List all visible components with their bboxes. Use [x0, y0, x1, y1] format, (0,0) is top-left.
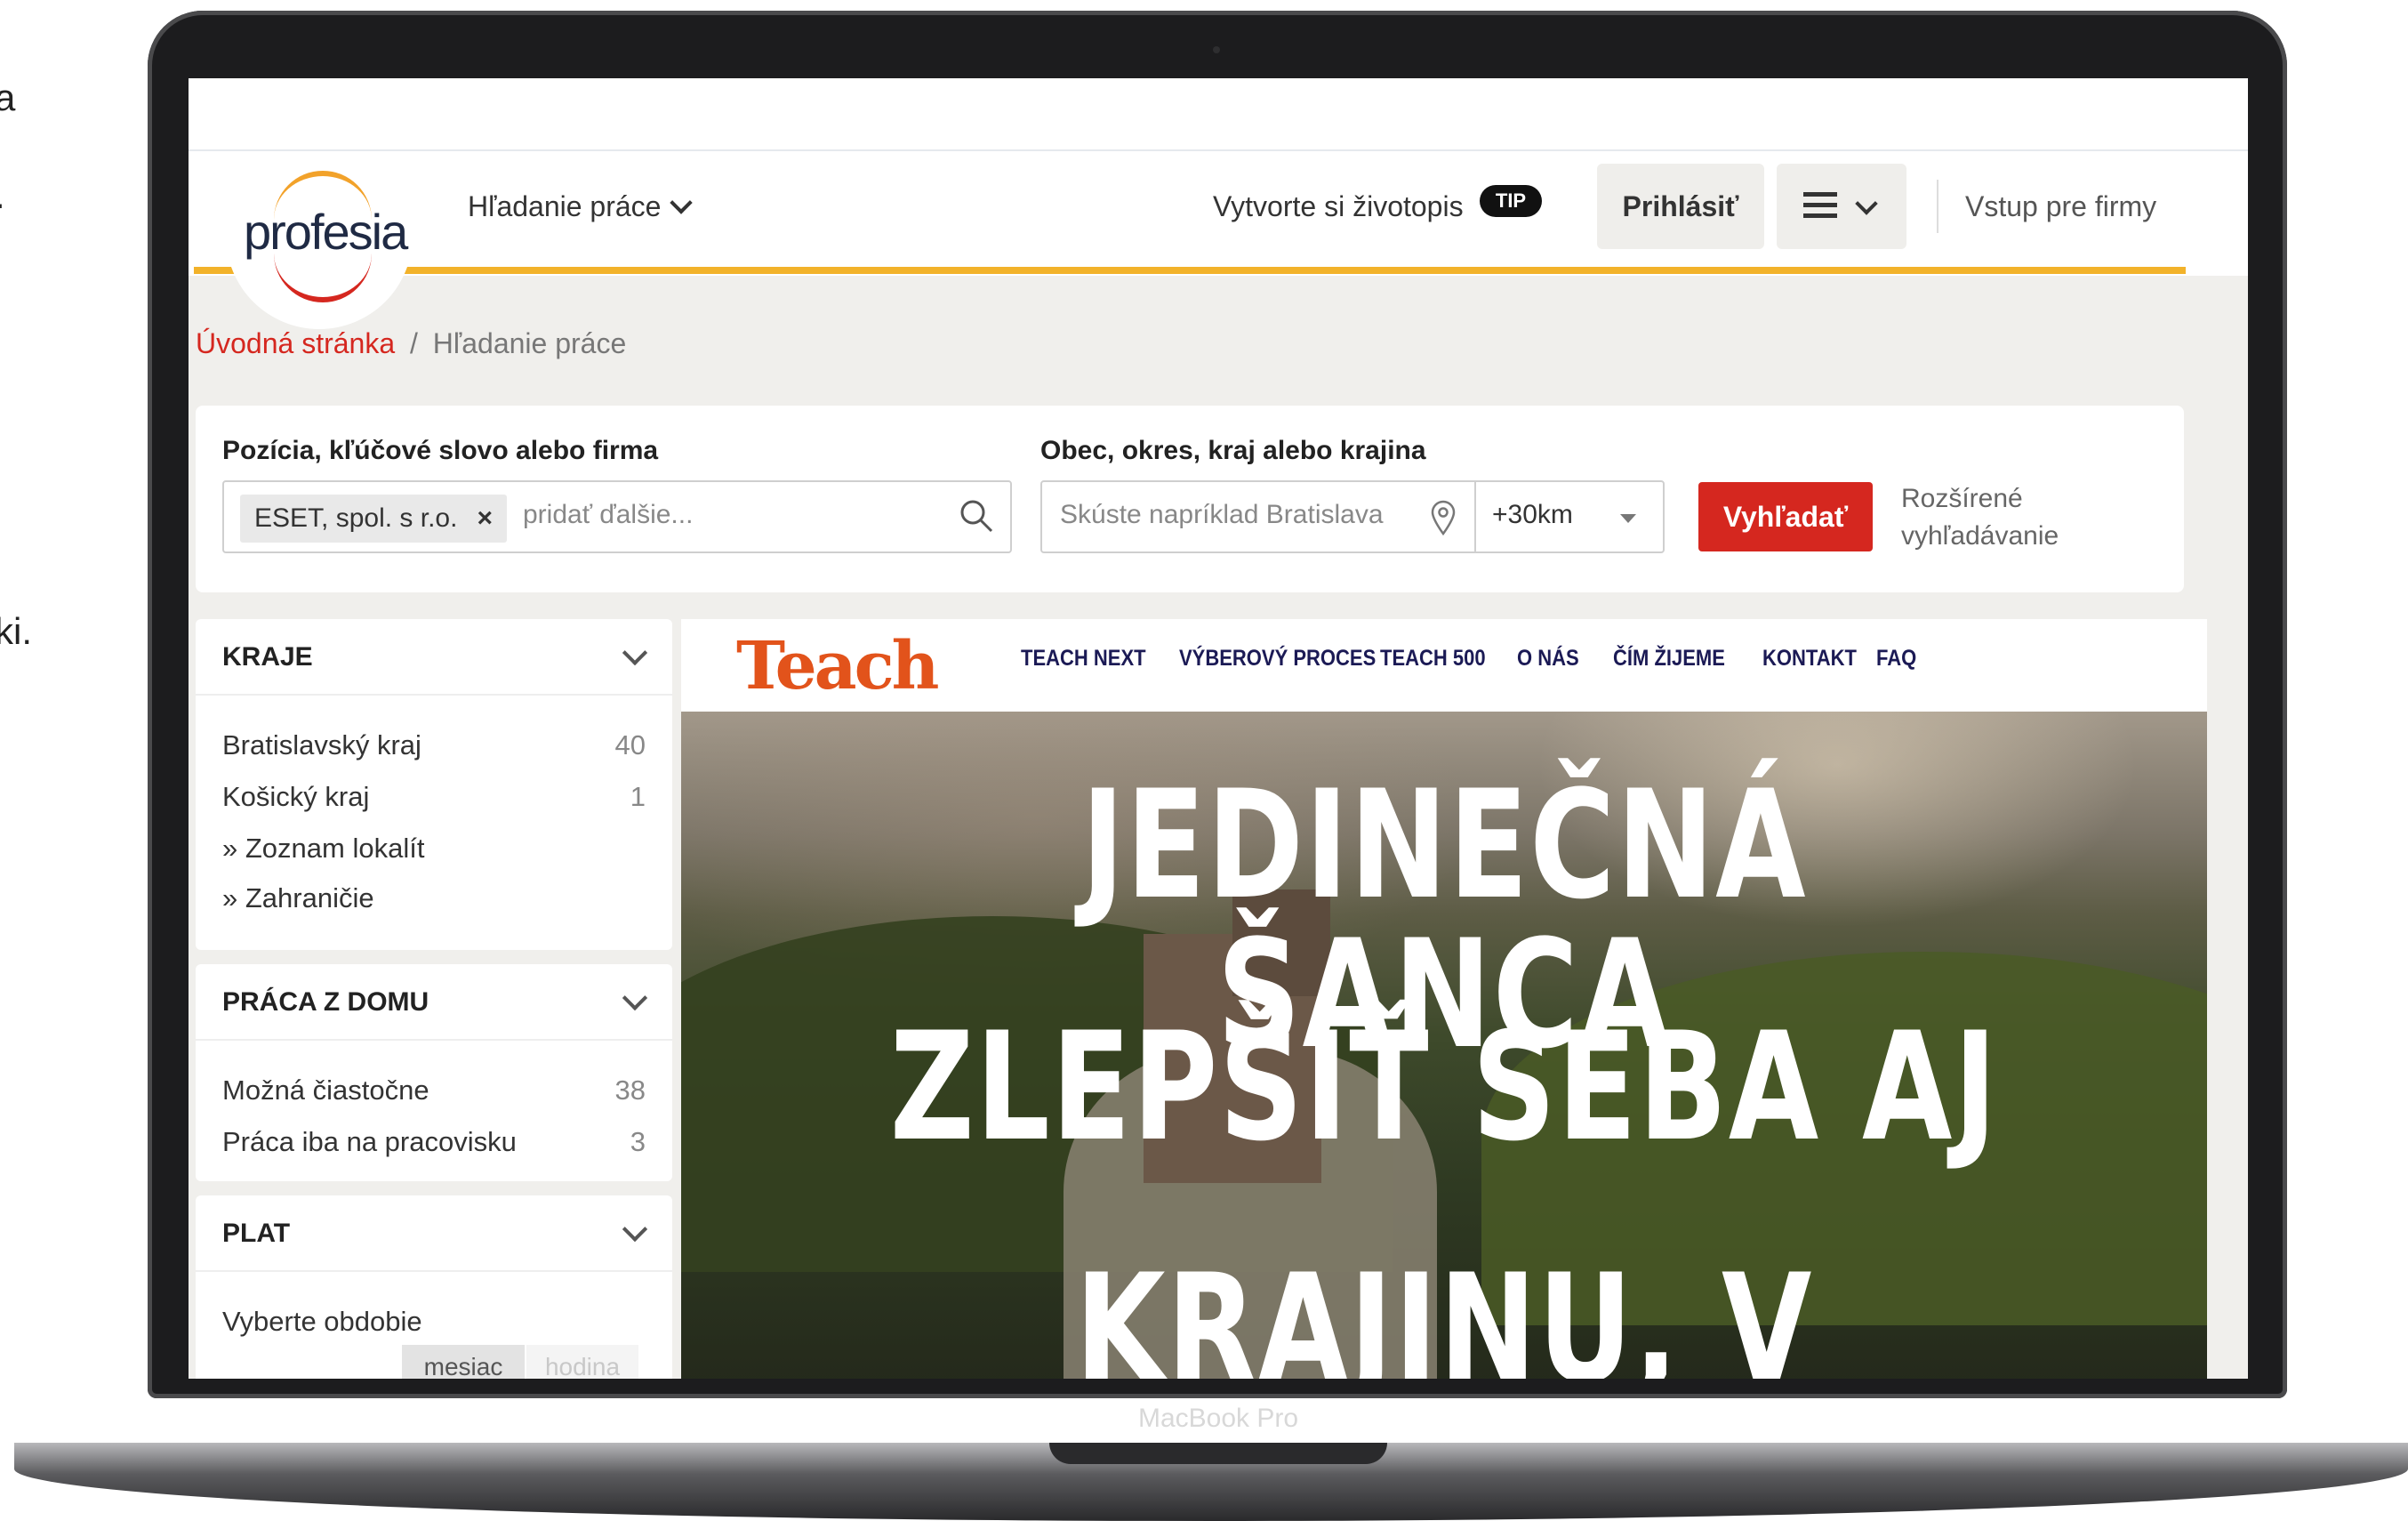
banner-nav-item[interactable]: FAQ	[1876, 646, 1916, 672]
advanced-search-line1: Rozšírené	[1901, 484, 2023, 513]
filter-link[interactable]: » Zahraničie	[222, 882, 646, 914]
filter-title-regions: KRAJE	[222, 642, 313, 672]
filter-link[interactable]: » Zoznam lokalít	[222, 833, 646, 865]
chevron-down-icon[interactable]	[622, 985, 648, 1011]
employer-banner[interactable]: Teach TEACH NEXT VÝBEROVÝ PROCES TEACH 5…	[681, 619, 2207, 1379]
banner-headline-line: KRAJINU, V KTOREJ	[1075, 1242, 1813, 1379]
filter-option-count: 3	[630, 1126, 646, 1157]
login-button[interactable]: Prihlásiť	[1597, 164, 1764, 249]
filter-link-label: » Zahraničie	[222, 882, 374, 913]
camera	[1213, 46, 1220, 53]
employers-link[interactable]: Vstup pre firmy	[1965, 190, 2156, 223]
banner-nav-item[interactable]: ČÍM ŽIJEME	[1613, 646, 1725, 672]
search-panel: Pozícia, kľúčové slovo alebo firma ESET,…	[196, 406, 2184, 592]
banner-nav: Teach TEACH NEXT VÝBEROVÝ PROCES TEACH 5…	[681, 619, 2207, 712]
edge-text-fragment: .	[0, 174, 5, 217]
filter-title-salary: PLAT	[222, 1219, 291, 1248]
card-divider	[196, 694, 672, 696]
filter-card-remote: PRÁCA Z DOMU Možná čiastočne 38 Práca ib…	[196, 964, 672, 1181]
breadcrumb-home[interactable]: Úvodná stránka	[196, 327, 395, 359]
chevron-down-icon[interactable]	[622, 1216, 648, 1243]
filter-option-count: 38	[614, 1074, 646, 1106]
period-option-month[interactable]: mesiac	[402, 1345, 525, 1379]
header-divider	[1937, 180, 1938, 233]
chevron-down-icon	[1855, 192, 1878, 215]
caret-down-icon[interactable]	[1620, 514, 1636, 523]
job-search-label: Hľadanie práce	[468, 190, 662, 222]
banner-nav-item[interactable]: O NÁS	[1517, 646, 1579, 672]
period-option-hour[interactable]: hodina	[526, 1345, 638, 1379]
location-placeholder: Skúste napríklad Bratislava	[1060, 500, 1384, 529]
profesia-logo[interactable]: profesia	[244, 203, 408, 261]
chevron-down-icon[interactable]	[622, 640, 648, 666]
keyword-chip: ESET, spol. s r.o. ×	[240, 495, 507, 543]
filter-option[interactable]: Možná čiastočne 38	[222, 1074, 646, 1107]
filter-option[interactable]: Košický kraj 1	[222, 781, 646, 813]
chevron-down-icon	[670, 191, 694, 214]
tip-badge: TIP	[1480, 185, 1542, 217]
location-label: Obec, okres, kraj alebo krajina	[1040, 436, 1426, 465]
filter-option[interactable]: Bratislavský kraj 40	[222, 729, 646, 761]
location-divider	[1474, 482, 1476, 551]
search-icon[interactable]	[959, 498, 994, 534]
banner-headline-line: ZLEPŠIŤ SEBA AJ	[889, 1000, 1999, 1174]
location-pin-icon	[1431, 500, 1456, 535]
browser-top-strip	[189, 78, 2248, 151]
filter-option-label: Práca iba na pracovisku	[222, 1126, 517, 1157]
banner-nav-item[interactable]: TEACH 500	[1380, 646, 1486, 672]
card-divider	[196, 1270, 672, 1272]
advanced-search-link[interactable]: Rozšírené vyhľadávanie	[1901, 480, 2059, 555]
filter-option[interactable]: Práca iba na pracovisku 3	[222, 1126, 646, 1158]
edge-text-fragment: ki.	[0, 610, 32, 652]
job-search-menu[interactable]: Hľadanie práce	[468, 190, 694, 223]
position-input[interactable]: ESET, spol. s r.o. × pridať ďalšie...	[222, 480, 1012, 553]
banner-nav-item[interactable]: VÝBEROVÝ PROCES	[1179, 646, 1376, 672]
filter-option-label: Bratislavský kraj	[222, 729, 421, 760]
banner-nav-item[interactable]: TEACH NEXT	[1021, 646, 1146, 672]
filter-option-count: 40	[614, 729, 646, 760]
filter-option-count: 1	[630, 781, 646, 812]
filter-option-label: Košický kraj	[222, 781, 370, 812]
banner-nav-item[interactable]: KONTAKT	[1762, 646, 1857, 672]
advanced-search-line2: vyhľadávanie	[1901, 521, 2059, 551]
filter-title-remote: PRÁCA Z DOMU	[222, 987, 429, 1017]
breadcrumb: Úvodná stránka / Hľadanie práce	[196, 327, 626, 360]
position-placeholder: pridať ďalšie...	[523, 500, 694, 529]
create-cv-link[interactable]: Vytvorte si životopis	[1213, 190, 1464, 223]
breadcrumb-current: Hľadanie práce	[432, 327, 627, 359]
keyword-chip-label: ESET, spol. s r.o.	[254, 503, 458, 533]
salary-period-label: Vyberte obdobie	[222, 1306, 422, 1337]
position-label: Pozícia, kľúčové slovo alebo firma	[222, 436, 659, 465]
filter-card-regions: KRAJE Bratislavský kraj 40 Košický kraj …	[196, 619, 672, 950]
main-menu-button[interactable]	[1777, 164, 1906, 249]
header-accent-line	[194, 267, 2186, 274]
breadcrumb-separator: /	[410, 327, 418, 359]
filter-option-label: Možná čiastočne	[222, 1074, 429, 1106]
browser-viewport: profesia Hľadanie práce Vytvorte si živo…	[189, 78, 2248, 1379]
device-label: MacBook Pro	[1137, 1404, 1299, 1433]
chip-remove-icon[interactable]: ×	[477, 503, 493, 533]
search-button[interactable]: Vyhľadať	[1698, 482, 1873, 551]
radius-select[interactable]: +30km	[1492, 500, 1573, 530]
teach-logo[interactable]: Teach	[736, 628, 939, 704]
card-divider	[196, 1039, 672, 1041]
edge-text-fragment: a	[0, 76, 16, 118]
filter-link-label: » Zoznam lokalít	[222, 833, 425, 864]
location-input[interactable]: Skúste napríklad Bratislava +30km	[1040, 480, 1665, 553]
menu-icon	[1803, 192, 1837, 219]
laptop-notch	[1049, 1443, 1387, 1464]
